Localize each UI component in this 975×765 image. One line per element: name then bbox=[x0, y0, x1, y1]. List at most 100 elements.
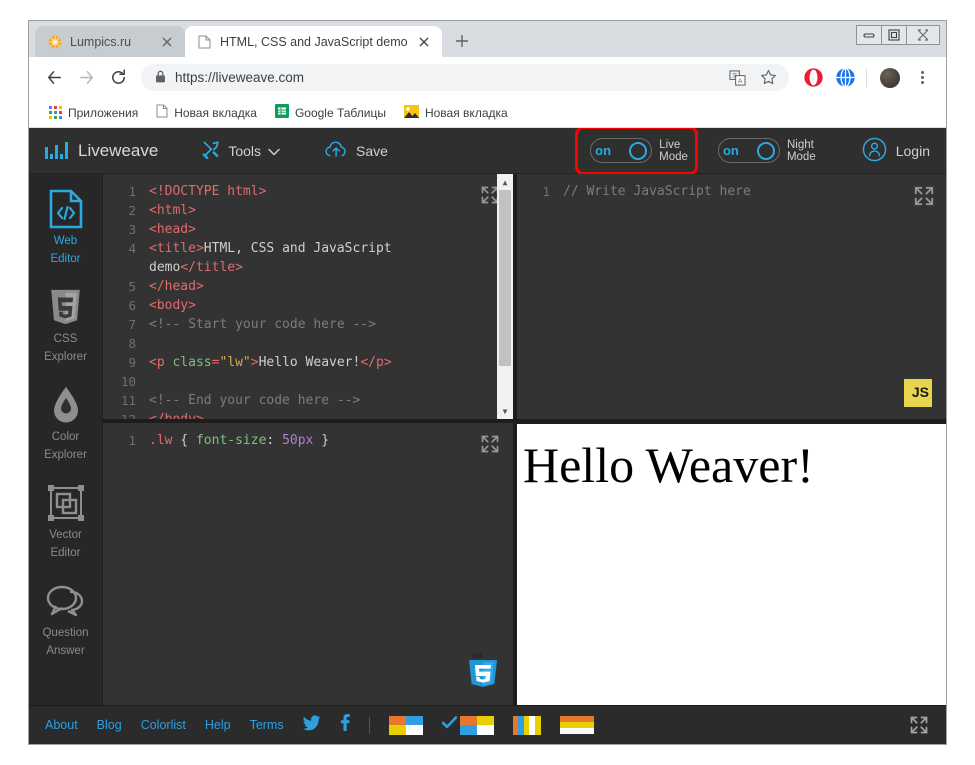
code-line: 10 bbox=[103, 372, 513, 391]
droplet-icon bbox=[51, 384, 81, 426]
avatar[interactable] bbox=[876, 64, 904, 92]
sidebar-label-line1: CSS bbox=[54, 333, 78, 346]
left-column: 1<!DOCTYPE html>2<html>3<head>4<title>HT… bbox=[103, 174, 517, 705]
expand-icon[interactable] bbox=[908, 714, 930, 736]
window-controls bbox=[857, 25, 940, 45]
footer-link-terms[interactable]: Terms bbox=[250, 718, 284, 732]
line-number: 9 bbox=[103, 353, 149, 372]
code-text: <!-- End your code here --> bbox=[149, 391, 513, 410]
menu-dots-icon[interactable] bbox=[908, 64, 936, 92]
live-mode-toggle[interactable]: on Live Mode bbox=[584, 134, 694, 167]
footer-link-help[interactable]: Help bbox=[205, 718, 231, 732]
minimize-icon[interactable] bbox=[856, 25, 882, 45]
html-editor-scrollbar[interactable]: ▲ ▼ bbox=[497, 174, 513, 419]
sidebar-label-line2: Editor bbox=[50, 547, 80, 560]
html-code[interactable]: 1<!DOCTYPE html>2<html>3<head>4<title>HT… bbox=[103, 174, 513, 423]
browser-tab-1[interactable]: Lumpics.ru bbox=[35, 26, 185, 57]
js-code[interactable]: 1// Write JavaScript here bbox=[517, 174, 946, 201]
sidebar-label-line2: Answer bbox=[46, 645, 84, 658]
toggle-knob[interactable] bbox=[629, 142, 647, 160]
close-icon[interactable] bbox=[159, 34, 175, 50]
sidebar-label-line1: Vector bbox=[49, 529, 82, 542]
palette-swatch-3[interactable] bbox=[513, 716, 541, 735]
preview-panel[interactable]: Hello Weaver! bbox=[517, 423, 946, 705]
browser-tab-2[interactable]: HTML, CSS and JavaScript demo bbox=[185, 26, 442, 57]
maximize-icon[interactable] bbox=[881, 25, 907, 45]
bookmark-apps[interactable]: Приложения bbox=[43, 103, 144, 123]
sheets-icon bbox=[275, 104, 289, 121]
js-badge: JS bbox=[904, 379, 932, 407]
sidebar-label-line2: Explorer bbox=[44, 351, 87, 364]
close-icon[interactable] bbox=[416, 34, 432, 50]
footer-link-blog[interactable]: Blog bbox=[97, 718, 122, 732]
header-right-group: on Live Mode on Night Mode bbox=[584, 134, 930, 167]
footer-link-about[interactable]: About bbox=[45, 718, 78, 732]
line-number: 1 bbox=[103, 182, 149, 201]
chat-bubbles-icon bbox=[46, 580, 86, 622]
liveweave-app: Liveweave Tools Save bbox=[29, 128, 946, 744]
footer-link-colorlist[interactable]: Colorlist bbox=[141, 718, 186, 732]
line-number: 5 bbox=[103, 277, 149, 296]
scroll-up-icon[interactable]: ▲ bbox=[497, 174, 513, 190]
code-text: <head> bbox=[149, 220, 513, 239]
opera-icon[interactable] bbox=[799, 64, 827, 92]
js-editor[interactable]: 1// Write JavaScript here JS bbox=[517, 174, 946, 423]
code-line: 4<title>HTML, CSS and JavaScript demo</t… bbox=[103, 239, 513, 277]
css-code[interactable]: 1.lw { font-size: 50px } bbox=[103, 423, 513, 450]
line-number: 11 bbox=[103, 391, 149, 410]
bookmark-google-sheets[interactable]: Google Таблицы bbox=[269, 101, 392, 124]
reload-icon[interactable] bbox=[103, 63, 133, 93]
sidebar-item-vector-editor[interactable]: Vector Editor bbox=[29, 482, 103, 560]
code-line: 8 bbox=[103, 334, 513, 353]
code-text: <p class="lw">Hello Weaver!</p> bbox=[149, 353, 513, 372]
bookmark-label: Новая вкладка bbox=[425, 106, 508, 120]
code-line: 1// Write JavaScript here bbox=[517, 182, 946, 201]
sidebar-item-question-answer[interactable]: Question Answer bbox=[29, 580, 103, 658]
forward-arrow-icon[interactable] bbox=[71, 63, 101, 93]
code-line: 1<!DOCTYPE html> bbox=[103, 182, 513, 201]
palette-swatch-4[interactable] bbox=[560, 716, 594, 735]
check-icon bbox=[442, 716, 457, 734]
live-mode-switch[interactable]: on bbox=[590, 138, 652, 163]
new-tab-button[interactable] bbox=[448, 27, 476, 55]
sidebar-item-web-editor[interactable]: Web Editor bbox=[29, 188, 103, 266]
code-text bbox=[149, 334, 513, 353]
brand-logo[interactable]: Liveweave bbox=[45, 141, 158, 161]
code-line: 1.lw { font-size: 50px } bbox=[103, 431, 513, 450]
sidebar-item-color-explorer[interactable]: Color Explorer bbox=[29, 384, 103, 462]
night-mode-switch[interactable]: on bbox=[718, 138, 780, 163]
star-icon[interactable] bbox=[755, 65, 781, 91]
save-button[interactable]: Save bbox=[324, 140, 388, 162]
back-arrow-icon[interactable] bbox=[39, 63, 69, 93]
browser-window: Lumpics.ru HTML, CSS and JavaScript demo bbox=[28, 20, 947, 745]
night-mode-toggle[interactable]: on Night Mode bbox=[712, 134, 822, 167]
line-number: 1 bbox=[103, 431, 149, 450]
tab-title: Lumpics.ru bbox=[70, 35, 151, 49]
translate-icon[interactable]: 文A bbox=[724, 65, 750, 91]
close-icon[interactable] bbox=[906, 25, 940, 45]
bookmark-new-tab-1[interactable]: Новая вкладка bbox=[150, 101, 263, 124]
bookmark-new-tab-2[interactable]: Новая вкладка bbox=[398, 102, 514, 124]
palette-swatch-1[interactable] bbox=[389, 716, 423, 735]
address-bar[interactable]: https://liveweave.com 文A bbox=[141, 64, 789, 91]
palette-swatch-2[interactable] bbox=[442, 716, 494, 735]
facebook-icon[interactable] bbox=[340, 714, 350, 736]
sidebar: Web Editor CSS Explorer Color Explorer bbox=[29, 174, 103, 705]
code-text bbox=[149, 372, 513, 391]
css-editor[interactable]: 1.lw { font-size: 50px } CSS bbox=[103, 423, 513, 705]
bookmarks-bar: Приложения Новая вкладка Google Таблицы … bbox=[29, 98, 946, 128]
scrollbar-thumb[interactable] bbox=[499, 190, 511, 366]
html-editor[interactable]: 1<!DOCTYPE html>2<html>3<head>4<title>HT… bbox=[103, 174, 513, 423]
sidebar-item-css-explorer[interactable]: CSS Explorer bbox=[29, 286, 103, 364]
svg-text:CSS: CSS bbox=[472, 653, 483, 660]
login-button[interactable]: Login bbox=[862, 137, 930, 165]
expand-icon[interactable] bbox=[912, 184, 934, 206]
tab-strip: Lumpics.ru HTML, CSS and JavaScript demo bbox=[29, 21, 946, 57]
twitter-icon[interactable] bbox=[303, 715, 321, 736]
expand-icon[interactable] bbox=[479, 433, 501, 455]
toggle-knob[interactable] bbox=[757, 142, 775, 160]
globe-icon[interactable] bbox=[831, 64, 859, 92]
scroll-down-icon[interactable]: ▼ bbox=[497, 403, 513, 419]
orange-circle-icon bbox=[47, 34, 62, 49]
tools-menu[interactable]: Tools bbox=[202, 140, 280, 162]
